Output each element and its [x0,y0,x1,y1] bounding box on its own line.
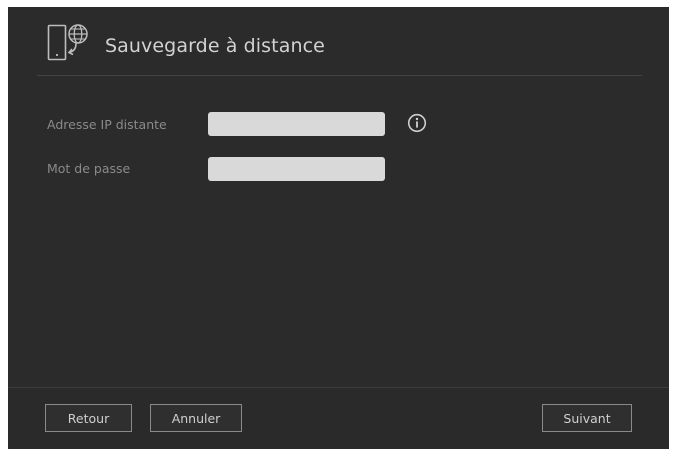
info-icon[interactable] [407,113,427,133]
back-button[interactable]: Retour [45,404,132,432]
password-input[interactable] [208,157,385,181]
next-button[interactable]: Suivant [542,404,632,432]
cancel-button[interactable]: Annuler [150,404,242,432]
dialog-header: Sauvegarde à distance [37,7,642,76]
password-label: Mot de passe [47,161,131,176]
page-title: Sauvegarde à distance [105,35,325,57]
remote-backup-dialog: Sauvegarde à distance Adresse IP distant… [8,7,669,449]
remote-backup-icon [47,24,88,61]
remote-ip-input[interactable] [208,112,385,136]
dialog-footer: Retour Annuler Suivant [8,387,669,449]
remote-ip-label: Adresse IP distante [47,117,167,132]
